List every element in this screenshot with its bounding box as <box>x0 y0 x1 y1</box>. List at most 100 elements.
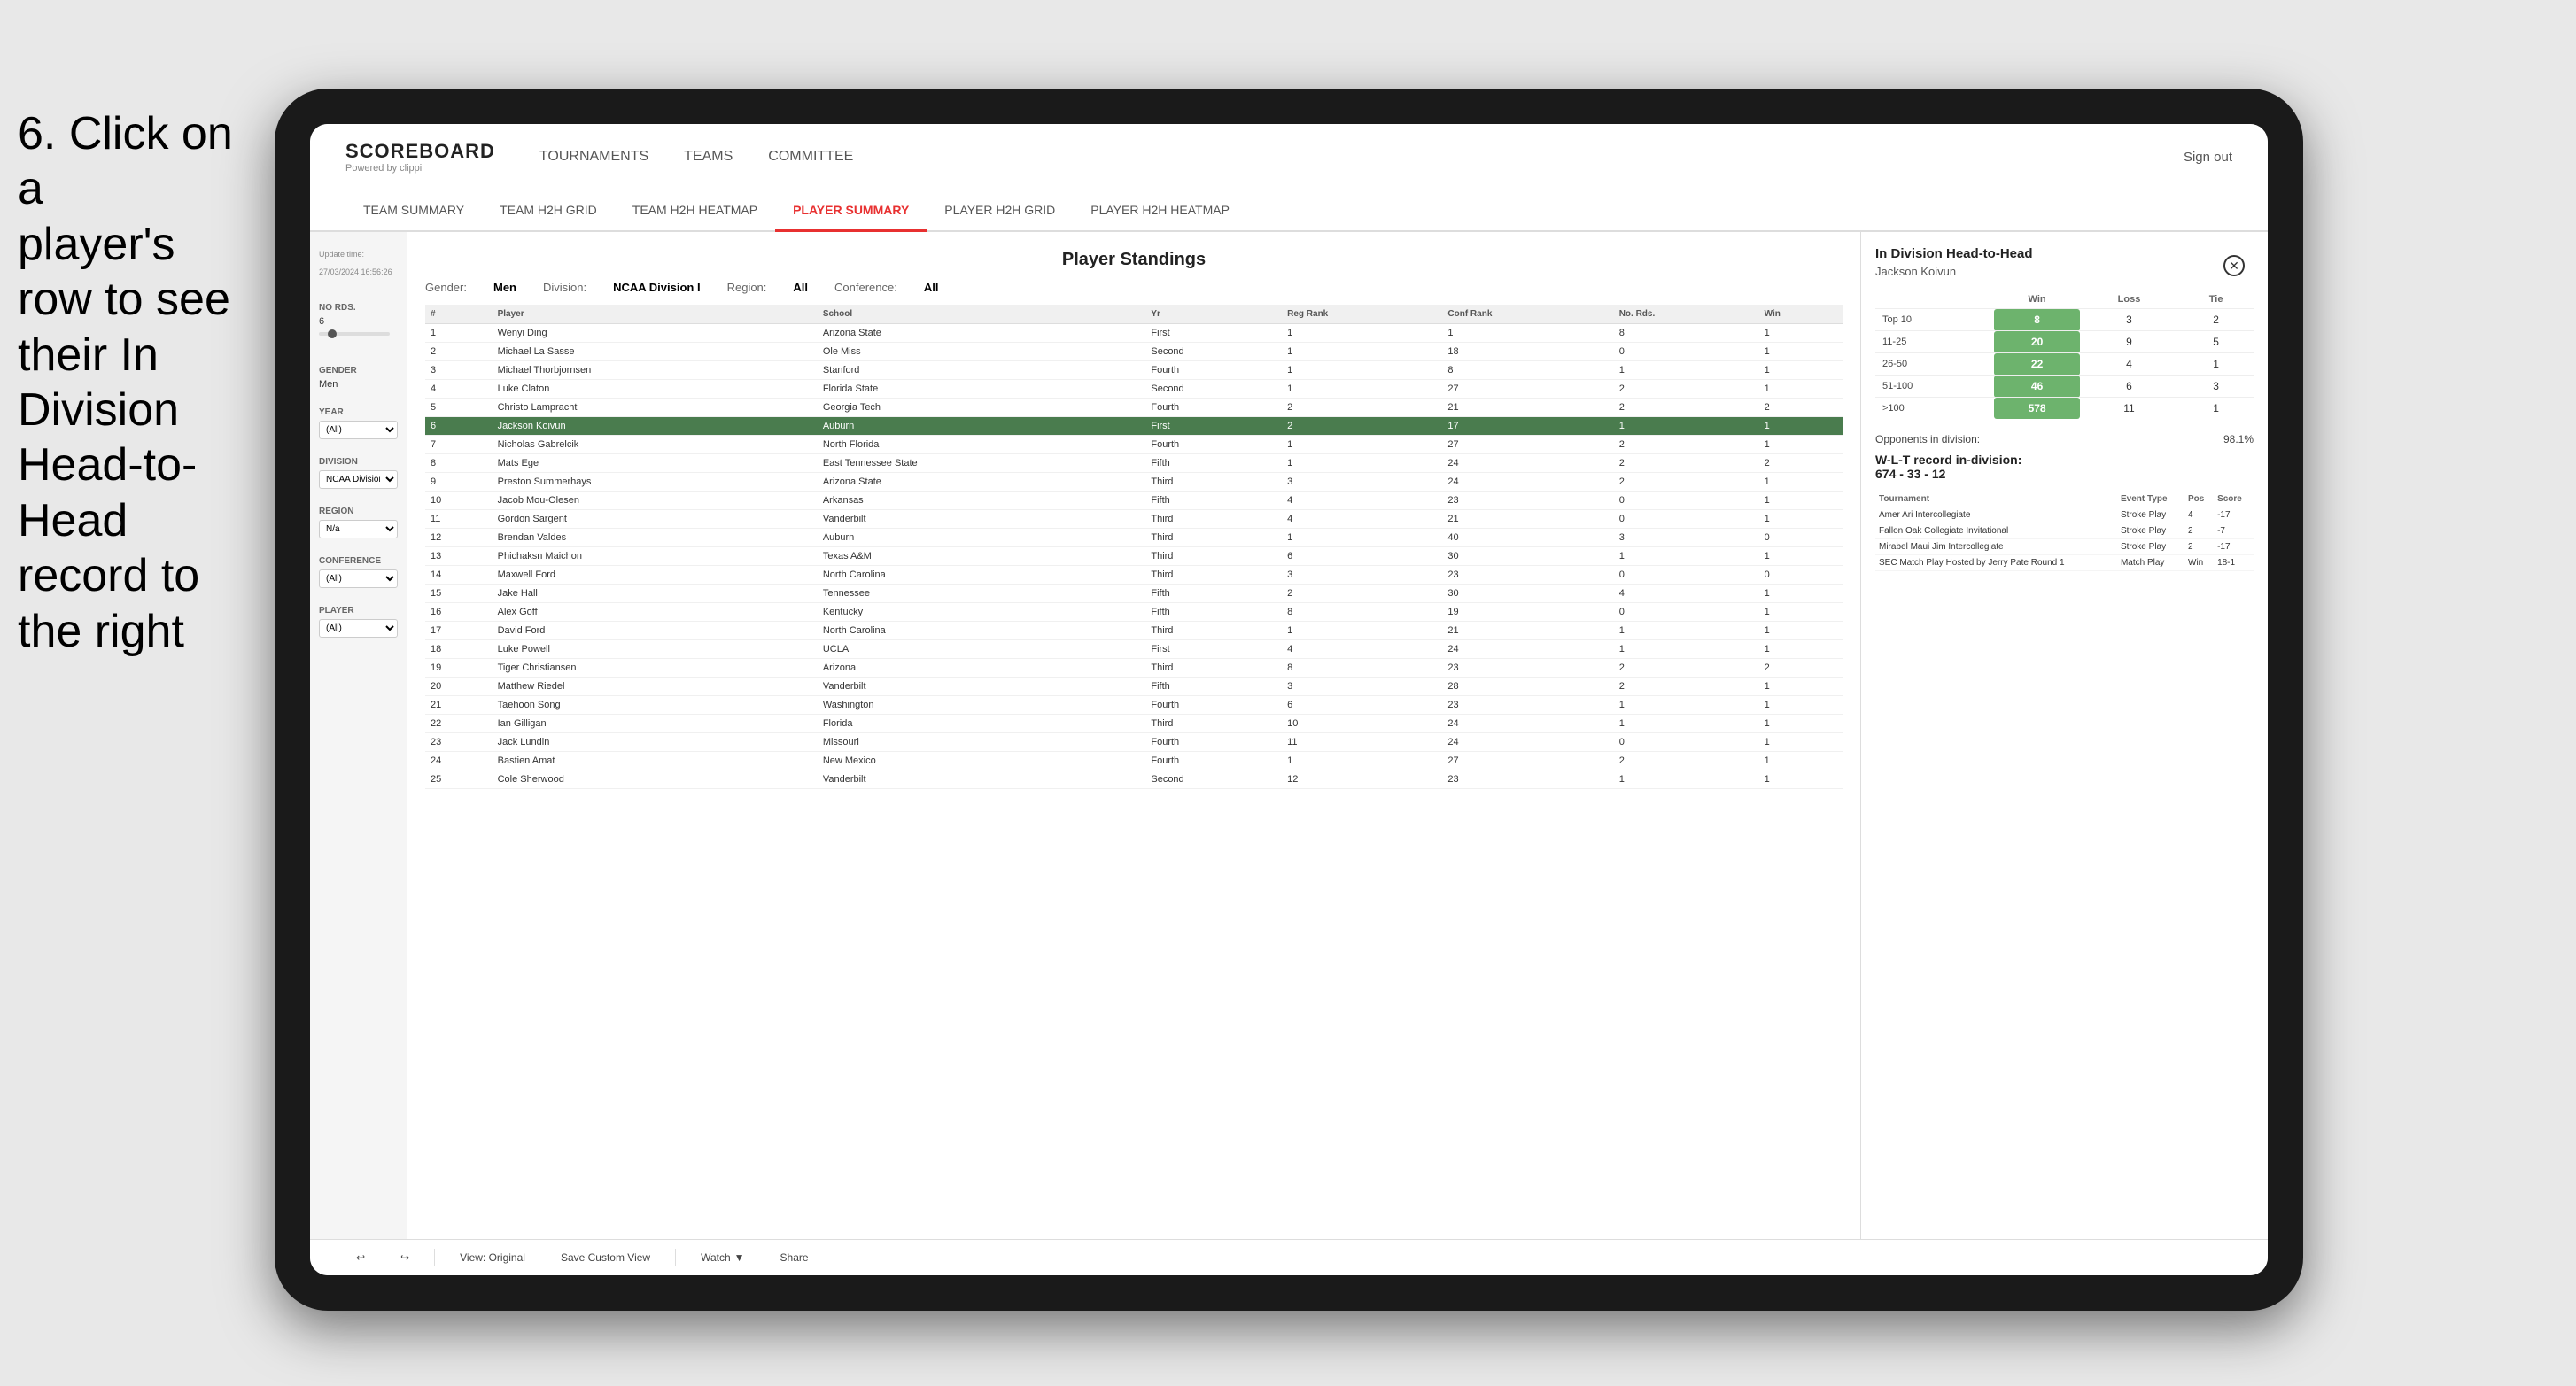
table-row[interactable]: 11 Gordon Sargent Vanderbilt Third 4 21 … <box>425 510 1843 529</box>
cell-win: 2 <box>1759 659 1843 678</box>
conference-select[interactable]: (All) <box>319 569 398 588</box>
sub-nav-team-h2h-heatmap[interactable]: TEAM H2H HEATMAP <box>615 190 775 232</box>
logo-title: SCOREBOARD <box>345 140 495 163</box>
table-row[interactable]: 20 Matthew Riedel Vanderbilt Fifth 3 28 … <box>425 678 1843 696</box>
table-row[interactable]: 2 Michael La Sasse Ole Miss Second 1 18 … <box>425 343 1843 361</box>
cell-win: 1 <box>1759 417 1843 436</box>
sub-nav-player-summary[interactable]: PLAYER SUMMARY <box>775 190 927 232</box>
h2h-close-button[interactable]: ✕ <box>2223 255 2245 276</box>
table-row[interactable]: 14 Maxwell Ford North Carolina Third 3 2… <box>425 566 1843 585</box>
division-label: Division <box>319 457 398 467</box>
gender-label: Gender <box>319 366 398 376</box>
cell-school: North Florida <box>818 436 1146 454</box>
table-row[interactable]: 5 Christo Lampracht Georgia Tech Fourth … <box>425 399 1843 417</box>
sub-nav-team-h2h-grid[interactable]: TEAM H2H GRID <box>482 190 615 232</box>
cell-win: 1 <box>1759 436 1843 454</box>
cell-conf: 30 <box>1442 547 1613 566</box>
h2h-title-area: In Division Head-to-Head Jackson Koivun <box>1875 246 2033 290</box>
region-filter-value: All <box>793 281 808 294</box>
cell-reg: 3 <box>1282 678 1442 696</box>
player-select[interactable]: (All) <box>319 619 398 638</box>
cell-num: 6 <box>425 417 493 436</box>
cell-player: Tiger Christiansen <box>493 659 818 678</box>
division-filter-value: NCAA Division I <box>613 281 700 294</box>
cell-conf: 23 <box>1442 566 1613 585</box>
table-row[interactable]: 19 Tiger Christiansen Arizona Third 8 23… <box>425 659 1843 678</box>
table-row[interactable]: 13 Phichaksn Maichon Texas A&M Third 6 3… <box>425 547 1843 566</box>
cell-school: Ole Miss <box>818 343 1146 361</box>
cell-rds: 1 <box>1614 622 1759 640</box>
h2h-tie: 5 <box>2178 331 2254 353</box>
cell-school: Arizona State <box>818 324 1146 343</box>
table-row[interactable]: 22 Ian Gilligan Florida Third 10 24 1 1 <box>425 715 1843 733</box>
sub-nav-player-h2h-heatmap[interactable]: PLAYER H2H HEATMAP <box>1073 190 1247 232</box>
cell-reg: 3 <box>1282 473 1442 492</box>
cell-rds: 3 <box>1614 529 1759 547</box>
table-row[interactable]: 10 Jacob Mou-Olesen Arkansas Fifth 4 23 … <box>425 492 1843 510</box>
nav-committee[interactable]: COMMITTEE <box>768 143 853 170</box>
table-row[interactable]: 25 Cole Sherwood Vanderbilt Second 12 23… <box>425 770 1843 789</box>
table-row[interactable]: 3 Michael Thorbjornsen Stanford Fourth 1… <box>425 361 1843 380</box>
table-row[interactable]: 21 Taehoon Song Washington Fourth 6 23 1… <box>425 696 1843 715</box>
cell-yr: First <box>1145 640 1282 659</box>
division-select[interactable]: NCAA Division I <box>319 470 398 489</box>
undo-btn[interactable]: ↩ <box>345 1247 376 1268</box>
cell-school: Stanford <box>818 361 1146 380</box>
cell-rds: 0 <box>1614 343 1759 361</box>
table-row[interactable]: 8 Mats Ege East Tennessee State Fifth 1 … <box>425 454 1843 473</box>
col-school: School <box>818 305 1146 324</box>
cell-win: 1 <box>1759 640 1843 659</box>
table-row[interactable]: 12 Brendan Valdes Auburn Third 1 40 3 0 <box>425 529 1843 547</box>
year-select[interactable]: (All) <box>319 421 398 439</box>
cell-player: Gordon Sargent <box>493 510 818 529</box>
cell-conf: 24 <box>1442 473 1613 492</box>
region-select[interactable]: N/a <box>319 520 398 538</box>
cell-player: Preston Summerhays <box>493 473 818 492</box>
no-rds-slider[interactable] <box>319 332 390 336</box>
update-time-label: Update time: <box>319 250 398 259</box>
cell-school: Washington <box>818 696 1146 715</box>
h2h-row: >100 578 11 1 <box>1875 398 2254 420</box>
save-custom-btn[interactable]: Save Custom View <box>550 1247 661 1268</box>
cell-player: Jack Lundin <box>493 733 818 752</box>
cell-player: Ian Gilligan <box>493 715 818 733</box>
cell-num: 7 <box>425 436 493 454</box>
logo-subtitle: Powered by clippi <box>345 163 495 174</box>
cell-school: Arizona <box>818 659 1146 678</box>
table-row[interactable]: 6 Jackson Koivun Auburn First 2 17 1 1 <box>425 417 1843 436</box>
h2h-win: 8 <box>1994 309 2079 331</box>
cell-school: Kentucky <box>818 603 1146 622</box>
table-row[interactable]: 4 Luke Claton Florida State Second 1 27 … <box>425 380 1843 399</box>
year-label: Year <box>319 407 398 417</box>
table-row[interactable]: 16 Alex Goff Kentucky Fifth 8 19 0 1 <box>425 603 1843 622</box>
table-row[interactable]: 18 Luke Powell UCLA First 4 24 1 1 <box>425 640 1843 659</box>
cell-player: Michael Thorbjornsen <box>493 361 818 380</box>
table-row[interactable]: 7 Nicholas Gabrelcik North Florida Fourt… <box>425 436 1843 454</box>
sign-out-btn[interactable]: Sign out <box>2184 150 2232 165</box>
table-row[interactable]: 9 Preston Summerhays Arizona State Third… <box>425 473 1843 492</box>
wlt-value: 674 - 33 - 12 <box>1875 467 1945 481</box>
cell-win: 1 <box>1759 343 1843 361</box>
h2h-header-row: In Division Head-to-Head Jackson Koivun … <box>1875 246 2254 290</box>
view-original-btn[interactable]: View: Original <box>449 1247 536 1268</box>
sub-nav-player-h2h-grid[interactable]: PLAYER H2H GRID <box>927 190 1073 232</box>
table-row[interactable]: 15 Jake Hall Tennessee Fifth 2 30 4 1 <box>425 585 1843 603</box>
col-conf-rank: Conf Rank <box>1442 305 1613 324</box>
table-row[interactable]: 23 Jack Lundin Missouri Fourth 11 24 0 1 <box>425 733 1843 752</box>
watch-btn[interactable]: Watch ▼ <box>690 1247 755 1268</box>
cell-player: Michael La Sasse <box>493 343 818 361</box>
table-row[interactable]: 17 David Ford North Carolina Third 1 21 … <box>425 622 1843 640</box>
cell-win: 1 <box>1759 603 1843 622</box>
h2h-loss: 4 <box>2080 353 2178 376</box>
filters-row: Gender: Men Division: NCAA Division I Re… <box>425 281 1843 294</box>
tourney-type: Stroke Play <box>2117 539 2184 555</box>
table-row[interactable]: 24 Bastien Amat New Mexico Fourth 1 27 2… <box>425 752 1843 770</box>
cell-num: 16 <box>425 603 493 622</box>
nav-tournaments[interactable]: TOURNAMENTS <box>539 143 648 170</box>
logo-area: SCOREBOARD Powered by clippi <box>345 140 495 174</box>
table-row[interactable]: 1 Wenyi Ding Arizona State First 1 1 8 1 <box>425 324 1843 343</box>
share-btn[interactable]: Share <box>770 1247 819 1268</box>
sub-nav-team-summary[interactable]: TEAM SUMMARY <box>345 190 482 232</box>
nav-teams[interactable]: TEAMS <box>684 143 733 170</box>
redo-btn[interactable]: ↪ <box>390 1247 420 1268</box>
